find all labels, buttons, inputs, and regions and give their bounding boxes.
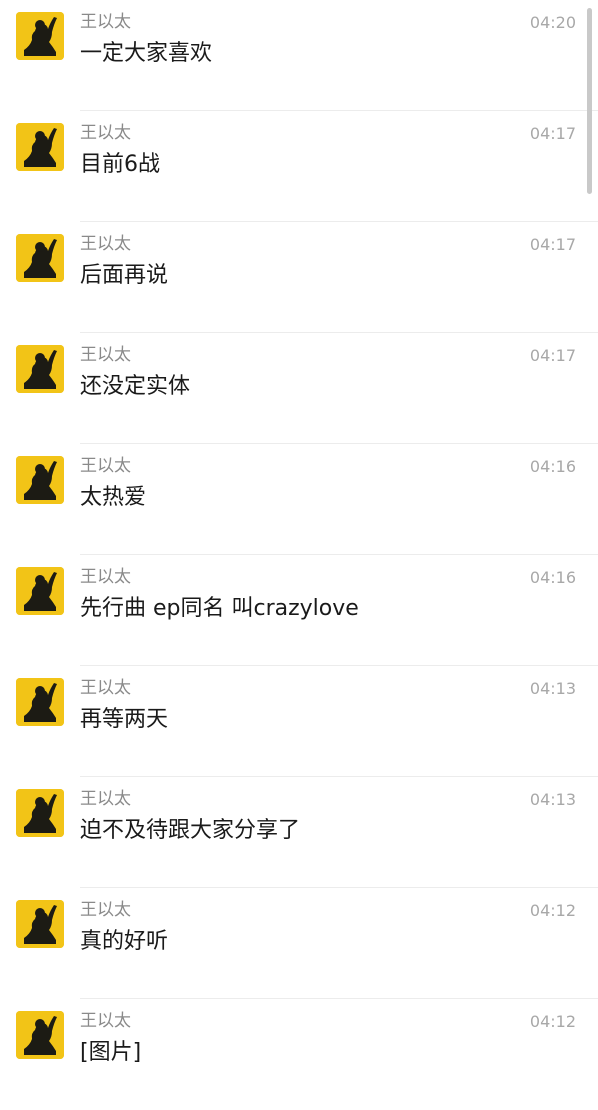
message-text: 太热爱	[80, 485, 147, 510]
message-list: 王以太 04:20 一定大家喜欢 王以太 04:17 目前6战 王以太 04:1…	[0, 0, 598, 1080]
message-time: 04:13	[529, 679, 576, 698]
sender-name: 王以太	[80, 345, 131, 365]
message-time: 04:17	[529, 124, 576, 143]
message-text: 目前6战	[80, 152, 160, 177]
person-silhouette-icon	[16, 345, 64, 393]
avatar[interactable]	[16, 12, 64, 60]
avatar[interactable]	[16, 567, 64, 615]
message-text: 真的好听	[80, 929, 169, 954]
message-row[interactable]: 王以太 04:17 还没定实体	[0, 333, 598, 444]
message-row[interactable]: 王以太 04:20 一定大家喜欢	[0, 0, 598, 111]
avatar[interactable]	[16, 345, 64, 393]
person-silhouette-icon	[16, 789, 64, 837]
message-time: 04:12	[529, 1012, 576, 1031]
scrollbar[interactable]	[587, 8, 592, 194]
sender-name: 王以太	[80, 567, 131, 587]
sender-name: 王以太	[80, 456, 131, 476]
message-text: [图片]	[80, 1040, 142, 1065]
message-row[interactable]: 王以太 04:16 先行曲 ep同名 叫crazylove	[0, 555, 598, 666]
person-silhouette-icon	[16, 567, 64, 615]
sender-name: 王以太	[80, 12, 131, 32]
sender-name: 王以太	[80, 234, 131, 254]
message-row[interactable]: 王以太 04:12 [图片]	[0, 999, 598, 1110]
person-silhouette-icon	[16, 1011, 64, 1059]
message-time: 04:16	[529, 568, 576, 587]
message-time: 04:17	[529, 235, 576, 254]
message-text: 迫不及待跟大家分享了	[80, 818, 301, 843]
message-text: 还没定实体	[80, 374, 191, 399]
avatar[interactable]	[16, 234, 64, 282]
message-row[interactable]: 王以太 04:13 再等两天	[0, 666, 598, 777]
message-time: 04:20	[529, 13, 576, 32]
message-time: 04:16	[529, 457, 576, 476]
message-text: 再等两天	[80, 707, 169, 732]
person-silhouette-icon	[16, 12, 64, 60]
message-time: 04:13	[529, 790, 576, 809]
message-text: 先行曲 ep同名 叫crazylove	[80, 596, 359, 621]
person-silhouette-icon	[16, 123, 64, 171]
message-row[interactable]: 王以太 04:12 真的好听	[0, 888, 598, 999]
message-time: 04:17	[529, 346, 576, 365]
message-text: 后面再说	[80, 263, 169, 288]
person-silhouette-icon	[16, 234, 64, 282]
person-silhouette-icon	[16, 900, 64, 948]
avatar[interactable]	[16, 900, 64, 948]
message-row[interactable]: 王以太 04:16 太热爱	[0, 444, 598, 555]
avatar[interactable]	[16, 1011, 64, 1059]
sender-name: 王以太	[80, 123, 131, 143]
sender-name: 王以太	[80, 900, 131, 920]
avatar[interactable]	[16, 678, 64, 726]
person-silhouette-icon	[16, 678, 64, 726]
sender-name: 王以太	[80, 1011, 131, 1031]
message-row[interactable]: 王以太 04:13 迫不及待跟大家分享了	[0, 777, 598, 888]
person-silhouette-icon	[16, 456, 64, 504]
message-row[interactable]: 王以太 04:17 后面再说	[0, 222, 598, 333]
sender-name: 王以太	[80, 678, 131, 698]
message-row[interactable]: 王以太 04:17 目前6战	[0, 111, 598, 222]
sender-name: 王以太	[80, 789, 131, 809]
avatar[interactable]	[16, 789, 64, 837]
message-text: 一定大家喜欢	[80, 41, 213, 66]
message-time: 04:12	[529, 901, 576, 920]
avatar[interactable]	[16, 123, 64, 171]
avatar[interactable]	[16, 456, 64, 504]
